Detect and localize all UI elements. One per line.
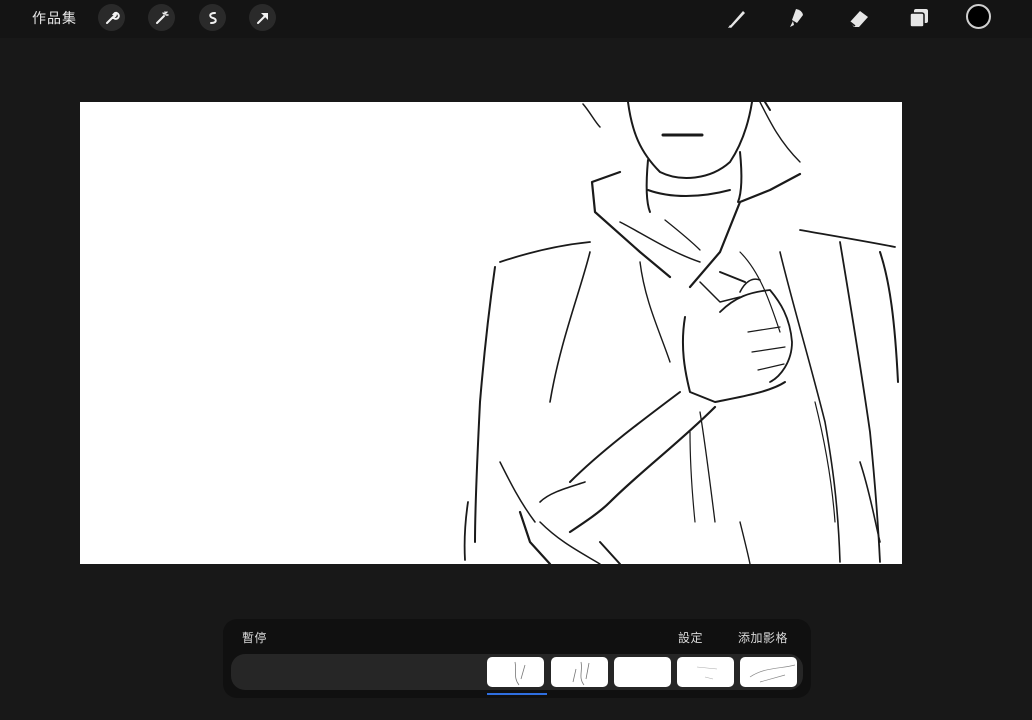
frame-thumbnail[interactable] [677,657,734,687]
eraser-icon[interactable] [846,5,872,31]
smudge-icon[interactable] [785,5,811,31]
animation-timeline: 暫停 設定 添加影格 [223,619,811,698]
magic-wand-icon[interactable] [148,4,175,31]
color-picker-swatch[interactable] [966,4,991,29]
frame-thumbnail[interactable] [551,657,608,687]
pause-button[interactable]: 暫停 [242,629,267,646]
gallery-button[interactable]: 作品集 [32,8,77,28]
brush-icon[interactable] [724,5,750,31]
selection-icon[interactable] [199,4,226,31]
drawing-canvas[interactable] [80,102,902,564]
layers-icon[interactable] [906,5,932,31]
top-toolbar: 作品集 [0,0,1032,38]
frame-thumbnail[interactable] [487,657,544,687]
sketch-artwork [463,102,899,564]
transform-arrow-icon[interactable] [249,4,276,31]
frame-track[interactable] [231,654,803,690]
wrench-icon[interactable] [98,4,125,31]
frame-thumbnail[interactable] [740,657,797,687]
add-frame-button[interactable]: 添加影格 [738,629,788,646]
frame-thumbnail[interactable] [614,657,671,687]
playhead-indicator [487,693,547,695]
settings-button[interactable]: 設定 [678,629,703,646]
